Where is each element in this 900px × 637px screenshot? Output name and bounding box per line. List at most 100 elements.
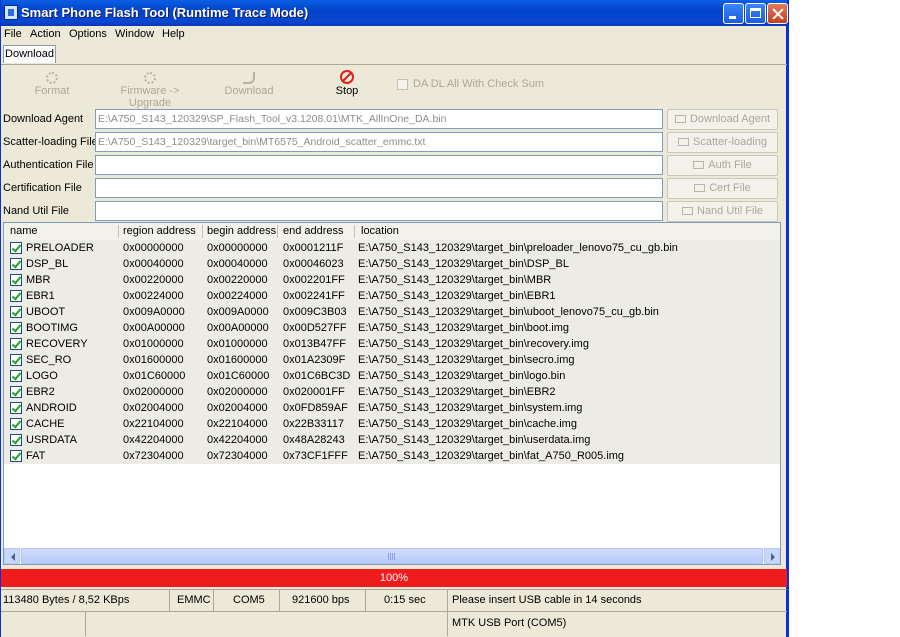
download-agent-button-label: Download Agent [689,113,771,125]
row-checkbox[interactable] [10,450,22,462]
row-checkbox[interactable] [10,370,22,382]
scatter-button[interactable]: Scatter-loading [667,132,778,153]
row-location: E:\A750_S143_120329\target_bin\logo.bin [358,370,566,382]
row-begin-address: 0x009A0000 [207,306,269,318]
row-region-address: 0x22104000 [123,418,184,430]
table-row[interactable]: CACHE 0x22104000 0x22104000 0x22B33117 E:\A7… [4,417,780,433]
tab-download[interactable]: Download [3,45,56,63]
format-button[interactable]: Format [33,72,71,97]
column-header-location[interactable]: location [361,225,399,240]
table-row[interactable]: EBR1 0x00224000 0x00224000 0x002241FF E:\A75… [4,289,780,305]
minimize-button[interactable] [723,3,744,24]
title-bar[interactable]: Smart Phone Flash Tool (Runtime Trace Mo… [1,0,788,26]
row-checkbox[interactable] [10,274,22,286]
row-checkbox[interactable] [10,258,22,270]
column-header-begin[interactable]: begin address [207,225,276,240]
row-name: PRELOADER [26,242,94,254]
download-label: Download [224,85,274,97]
row-checkbox[interactable] [10,338,22,350]
cert-file-field[interactable] [95,178,663,198]
checksum-checkbox[interactable] [397,79,408,90]
row-region-address: 0x01000000 [123,338,184,350]
horizontal-scrollbar[interactable] [4,548,780,564]
scroll-left-icon[interactable] [4,548,20,564]
row-checkbox[interactable] [10,306,22,318]
status-baud: 921600 bps [292,594,350,606]
table-row[interactable]: USRDATA 0x42204000 0x42204000 0x48A28243 E:\… [4,433,780,449]
menu-window[interactable]: Window [115,28,154,40]
status-port: COM5 [233,594,265,606]
row-region-address: 0x72304000 [123,450,184,462]
close-button[interactable] [767,3,788,24]
table-row[interactable]: SEC_RO 0x01600000 0x01600000 0x01A2309F E:\A… [4,353,780,369]
stop-icon [340,70,354,84]
cert-file-label: Certification File [3,182,82,194]
table-row[interactable]: LOGO 0x01C60000 0x01C60000 0x01C6BC3D E:\A75… [4,369,780,385]
row-location: E:\A750_S143_120329\target_bin\preloader… [358,242,678,254]
download-agent-button[interactable]: Download Agent [667,109,778,130]
partition-list[interactable]: name region address begin address end ad… [3,222,781,565]
menu-action[interactable]: Action [30,28,61,40]
menu-options[interactable]: Options [69,28,107,40]
row-location: E:\A750_S143_120329\target_bin\boot.img [358,322,569,334]
scatter-field[interactable]: E:\A750_S143_120329\target_bin\MT6575_An… [95,132,663,152]
row-region-address: 0x00224000 [123,290,184,302]
status-transfer: 113480 Bytes / 8,52 KBps [3,594,130,606]
table-row[interactable]: ANDROID 0x02004000 0x02004000 0x0FD859AF E:\… [4,401,780,417]
maximize-button[interactable] [745,3,766,24]
row-region-address: 0x00A00000 [123,322,185,334]
row-region-address: 0x02004000 [123,402,184,414]
table-row[interactable]: PRELOADER 0x00000000 0x00000000 0x0001211F E… [4,241,780,257]
table-row[interactable]: UBOOT 0x009A0000 0x009A0000 0x009C3B03 E:\A7… [4,305,780,321]
table-row[interactable]: MBR 0x00220000 0x00220000 0x002201FF E:\A750… [4,273,780,289]
row-name: UBOOT [26,306,66,318]
table-row[interactable]: EBR2 0x02000000 0x02000000 0x020001FF E:\A75… [4,385,780,401]
auth-file-button-label: Auth File [708,159,752,171]
column-header-region[interactable]: region address [123,225,196,240]
row-name: BOOTIMG [26,322,78,334]
row-checkbox[interactable] [10,386,22,398]
row-name: RECOVERY [26,338,88,350]
row-name: EBR2 [26,386,55,398]
row-begin-address: 0x72304000 [207,450,268,462]
download-icon [243,72,255,84]
table-row[interactable]: RECOVERY 0x01000000 0x01000000 0x013B47FF E:… [4,337,780,353]
nand-util-button[interactable]: Nand Util File [667,201,778,222]
cert-file-button[interactable]: Cert File [667,178,778,199]
row-checkbox[interactable] [10,322,22,334]
app-icon [4,5,18,20]
table-row[interactable]: DSP_BL 0x00040000 0x00040000 0x00046023 E:\A… [4,257,780,273]
row-begin-address: 0x01600000 [207,354,268,366]
auth-file-field[interactable] [95,155,663,175]
download-agent-field[interactable]: E:\A750_S143_120329\SP_Flash_Tool_v3.120… [95,109,663,129]
row-name: EBR1 [26,290,55,302]
menu-file[interactable]: File [4,28,22,40]
column-header-name[interactable]: name [10,225,38,240]
download-agent-label: Download Agent [3,113,84,125]
scroll-right-icon[interactable] [764,548,780,564]
table-row[interactable]: BOOTIMG 0x00A00000 0x00A00000 0x00D527FF E:\… [4,321,780,337]
row-end-address: 0x013B47FF [283,338,346,350]
row-name: FAT [26,450,46,462]
nand-util-field[interactable] [95,201,663,221]
firmware-upgrade-label: Firmware -> Upgrade [120,85,180,109]
row-end-address: 0x73CF1FFF [283,450,348,462]
firmware-upgrade-button[interactable]: Firmware -> Upgrade [101,72,199,109]
stop-button[interactable]: Stop [331,70,363,97]
row-checkbox[interactable] [10,434,22,446]
download-button[interactable]: Download [223,72,275,97]
auth-file-button[interactable]: Auth File [667,155,778,176]
row-checkbox[interactable] [10,290,22,302]
table-row[interactable]: FAT 0x72304000 0x72304000 0x73CF1FFF E:\A750… [4,449,780,465]
row-end-address: 0x0FD859AF [283,402,348,414]
row-begin-address: 0x01C60000 [207,370,270,382]
row-checkbox[interactable] [10,418,22,430]
row-checkbox[interactable] [10,402,22,414]
row-checkbox[interactable] [10,242,22,254]
row-begin-address: 0x02004000 [207,402,268,414]
menu-help[interactable]: Help [162,28,185,40]
row-checkbox[interactable] [10,354,22,366]
list-header: name region address begin address end ad… [4,223,780,241]
column-header-end[interactable]: end address [283,225,344,240]
scroll-thumb[interactable] [21,548,763,564]
